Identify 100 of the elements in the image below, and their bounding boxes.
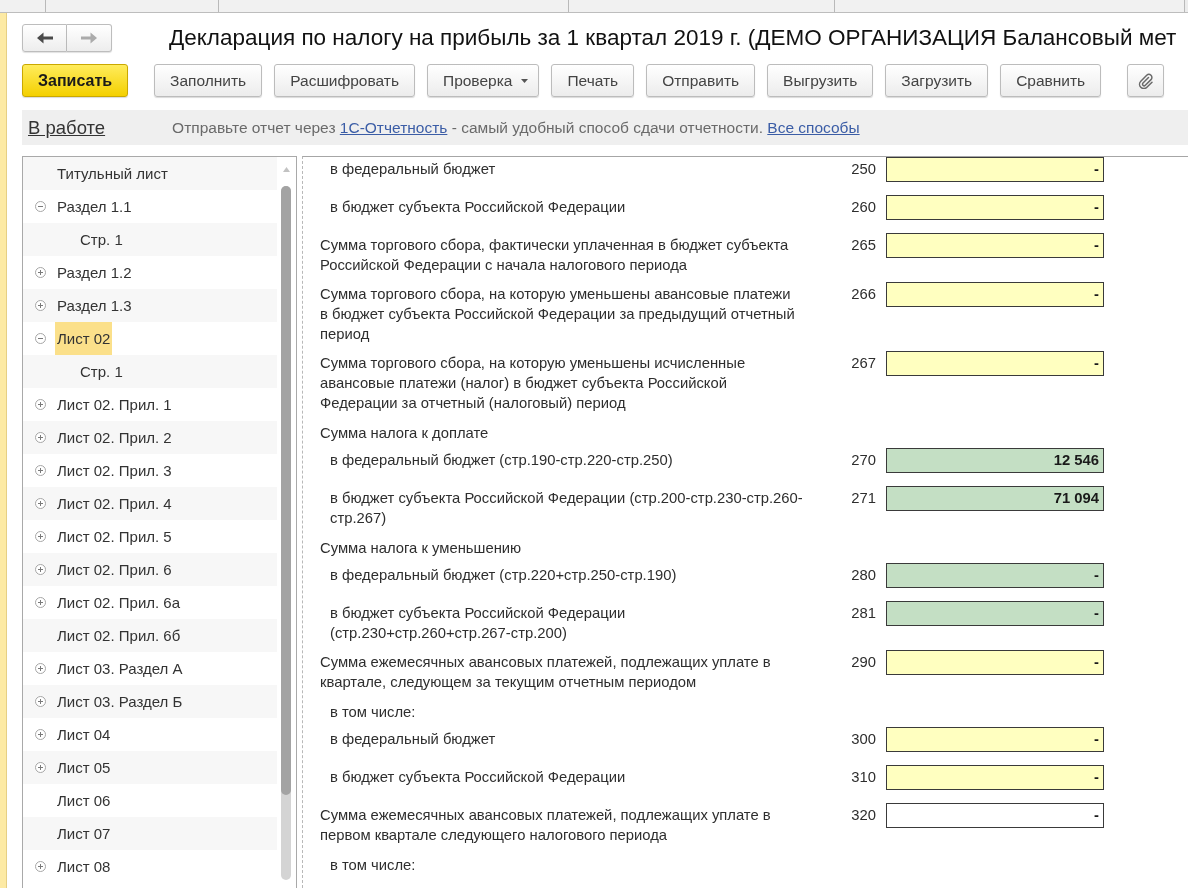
form-label: в федеральный бюджет: [330, 730, 496, 749]
line-code: 265: [851, 236, 876, 255]
tree-item[interactable]: Стр. 1: [78, 223, 125, 256]
text-link[interactable]: Все способы: [767, 118, 860, 136]
form-label: в федеральный бюджет: [330, 160, 496, 179]
tree-item[interactable]: Лист 02. Прил. 4: [55, 487, 174, 520]
plus-circle-icon[interactable]: [35, 597, 46, 608]
tree-item[interactable]: Лист 02. Прил. 1: [55, 388, 174, 421]
amount-field[interactable]: -: [886, 650, 1104, 675]
tree-item[interactable]: Лист 02. Прил. 6б: [55, 619, 183, 652]
document-title: Декларация по налогу на прибыль за 1 квартал 2019 г. (ДЕМО ОРГАНИЗАЦИЯ Балансовый мет: [169, 24, 1177, 52]
form-label: в бюджет субъекта Российской Федерации: [330, 198, 626, 217]
form-label: в бюджет субъекта Российской Федерации (стр.200-стр.230-стр.260- стр.267): [330, 489, 803, 528]
plus-circle-icon[interactable]: [35, 399, 46, 410]
section-heading: в том числе:: [330, 703, 416, 722]
tree-item[interactable]: Лист 02. Прил. 2: [55, 421, 174, 454]
section-heading: в том числе:: [330, 856, 416, 875]
attach-button[interactable]: [1127, 64, 1165, 97]
tree-item[interactable]: Лист 07: [55, 817, 113, 850]
tree-item[interactable]: Титульный лист: [55, 157, 170, 190]
amount-field[interactable]: -: [886, 727, 1104, 752]
plus-circle-icon[interactable]: [35, 267, 46, 278]
arrow-right-icon: [81, 32, 97, 44]
toolbar-button[interactable]: Выгрузить: [767, 64, 874, 97]
form-label: Сумма торгового сбора, на которую уменьшены авансовые платежи в бюджет субъекта Российской Федерации за предыдущий отчетный период: [320, 285, 795, 344]
form-label: Сумма ежемесячных авансовых платежей, подлежащих уплате в первом квартале следующего налогового периода: [320, 806, 771, 845]
line-code: 271: [851, 489, 876, 508]
minus-circle-icon[interactable]: [35, 333, 46, 344]
tree-item[interactable]: Раздел 1.1: [55, 190, 134, 223]
line-code: 300: [851, 730, 876, 749]
toolbar-button[interactable]: Печать: [551, 64, 635, 97]
form-label: Сумма ежемесячных авансовых платежей, подлежащих уплате в квартале, следующем за текущим отчетным периодом: [320, 653, 771, 692]
paperclip-icon: [1137, 72, 1154, 89]
line-code: 250: [851, 160, 876, 179]
toolbar-button[interactable]: Сравнить: [1000, 64, 1102, 97]
toolbar-button[interactable]: Отправить: [646, 64, 756, 97]
text-link[interactable]: 1С-Отчетность: [339, 118, 448, 136]
amount-field[interactable]: -: [886, 195, 1104, 220]
toolbar-button[interactable]: Расшифровать: [274, 64, 415, 97]
plus-circle-icon[interactable]: [35, 432, 46, 443]
line-code: 266: [851, 285, 876, 304]
form-label: Сумма торгового сбора, фактически уплаченная в бюджет субъекта Российской Федерации с начала налогового периода: [320, 236, 789, 275]
plus-circle-icon[interactable]: [35, 696, 46, 707]
line-code: 270: [851, 451, 876, 470]
plus-circle-icon[interactable]: [35, 300, 46, 311]
plus-circle-icon[interactable]: [35, 762, 46, 773]
tree-item[interactable]: Лист 04: [55, 718, 113, 751]
tree-item[interactable]: Лист 06: [55, 784, 113, 817]
status-link[interactable]: В работе: [28, 116, 106, 139]
amount-field[interactable]: 71 094: [886, 486, 1104, 511]
line-code: 267: [851, 354, 876, 373]
caret-icon: [521, 78, 529, 83]
tree-item[interactable]: Стр. 1: [78, 355, 125, 388]
tree-item[interactable]: Раздел 1.3: [55, 289, 134, 322]
section-heading: Сумма налога к уменьшению: [320, 539, 522, 558]
plus-circle-icon[interactable]: [35, 564, 46, 575]
section-heading: Сумма налога к доплате: [320, 424, 489, 443]
plus-circle-icon[interactable]: [35, 498, 46, 509]
plus-circle-icon[interactable]: [35, 729, 46, 740]
amount-field[interactable]: -: [886, 351, 1104, 376]
amount-field[interactable]: -: [886, 282, 1104, 307]
line-code: 310: [851, 768, 876, 787]
plus-circle-icon[interactable]: [35, 663, 46, 674]
amount-field[interactable]: -: [886, 601, 1104, 626]
tree-item[interactable]: Лист 03. Раздел А: [55, 652, 185, 685]
form-label: в бюджет субъекта Российской Федерации: [330, 768, 626, 787]
plus-circle-icon[interactable]: [35, 465, 46, 476]
amount-field[interactable]: -: [886, 803, 1104, 828]
amount-field[interactable]: -: [886, 765, 1104, 790]
line-code: 290: [851, 653, 876, 672]
tree-item[interactable]: Лист 08: [55, 850, 113, 883]
dropdown-button[interactable]: Проверка: [427, 64, 540, 97]
line-code: 260: [851, 198, 876, 217]
tree-item[interactable]: Лист 02. Прил. 6а: [55, 586, 183, 619]
plus-circle-icon[interactable]: [35, 861, 46, 872]
tree-item[interactable]: Раздел 1.2: [55, 256, 134, 289]
amount-field[interactable]: -: [886, 157, 1104, 182]
primary-button[interactable]: Записать: [22, 64, 129, 97]
tree-item[interactable]: Лист 02. Прил. 3: [55, 454, 174, 487]
line-code: 320: [851, 806, 876, 825]
tree-item[interactable]: Лист 02. Прил. 6: [55, 553, 174, 586]
tree-item[interactable]: Лист 02. Прил. 5: [55, 520, 174, 553]
tree-item[interactable]: Лист 02: [55, 322, 113, 355]
arrow-left-icon: [36, 32, 53, 44]
tree-item[interactable]: Лист 03. Раздел Б: [55, 685, 185, 718]
minus-circle-icon[interactable]: [35, 201, 46, 212]
toolbar-button[interactable]: Заполнить: [154, 64, 263, 97]
back-button[interactable]: [22, 24, 67, 52]
info-message: Отправьте отчет через 1С-Отчетность - самый удобный способ сдачи отчетности. Все способы: [172, 118, 860, 137]
line-code: 280: [851, 566, 876, 585]
amount-field[interactable]: 12 546: [886, 448, 1104, 473]
toolbar-button[interactable]: Загрузить: [885, 64, 989, 97]
plus-circle-icon[interactable]: [35, 531, 46, 542]
form-label: Сумма торгового сбора, на которую уменьшены исчисленные авансовые платежи (налог) в бюджет субъекта Российской Федерации за отчетный (налоговый) период: [320, 354, 746, 413]
form-label: в федеральный бюджет (стр.220+стр.250-стр.190): [330, 566, 677, 585]
form-label: в бюджет субъекта Российской Федерации (стр.230+стр.260+стр.267-стр.200): [330, 604, 626, 643]
line-code: 281: [851, 604, 876, 623]
amount-field[interactable]: -: [886, 563, 1104, 588]
tree-item[interactable]: Лист 05: [55, 751, 113, 784]
amount-field[interactable]: -: [886, 233, 1104, 258]
